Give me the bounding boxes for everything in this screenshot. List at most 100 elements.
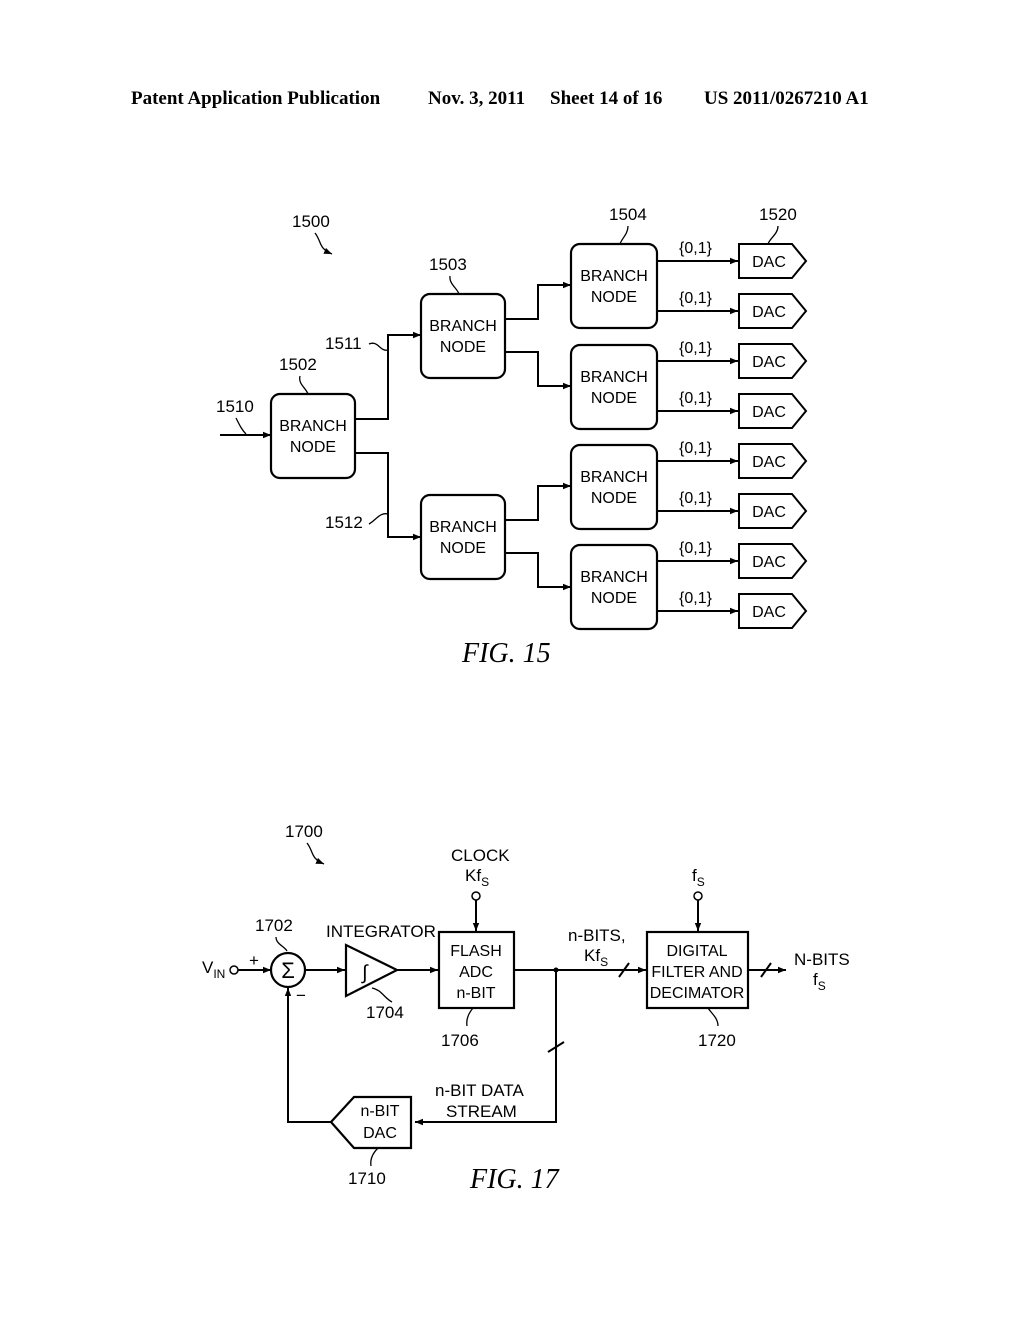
signal-label: {0,1}	[679, 440, 713, 457]
dac-output-row: {0,1} DAC	[657, 440, 808, 479]
ref-1710-leader	[370, 1147, 379, 1167]
svg-text:BRANCH: BRANCH	[429, 519, 497, 536]
dac-output-row: {0,1} DAC	[657, 590, 808, 629]
signal-label: {0,1}	[679, 290, 713, 307]
svg-text:BRANCH: BRANCH	[580, 469, 648, 486]
patent-drawing: 1500 1510 1502 BRANCH NODE 1511 1512 150…	[202, 205, 850, 1195]
ref-1511-leader	[368, 342, 389, 351]
svg-text:NODE: NODE	[440, 540, 486, 557]
ref-1706-leader	[466, 1007, 474, 1027]
dac-label: DAC	[752, 554, 786, 571]
svg-text:DIGITAL: DIGITAL	[666, 943, 727, 960]
ref-1503-leader	[449, 275, 460, 295]
ref-1510: 1510	[216, 397, 254, 416]
ref-1500-arrow	[314, 232, 333, 255]
svg-text:DECIMATOR: DECIMATOR	[650, 985, 745, 1002]
dac-label: DAC	[752, 354, 786, 371]
ref-1704: 1704	[366, 1003, 404, 1022]
path-1512	[355, 452, 421, 541]
branch-node-1504: BRANCH NODE	[569, 242, 659, 330]
summing-junction: Σ	[269, 951, 307, 989]
signal-label: {0,1}	[679, 590, 713, 607]
svg-text:BRANCH: BRANCH	[580, 268, 648, 285]
connector-b	[505, 351, 571, 390]
svg-text:FLASH: FLASH	[450, 943, 502, 960]
dac-output-row: {0,1} DAC	[657, 240, 808, 279]
svg-text:NODE: NODE	[290, 439, 336, 456]
ref-1702: 1702	[255, 916, 293, 935]
ref-1504-leader	[619, 225, 629, 245]
dac-output-row: {0,1} DAC	[657, 290, 808, 329]
dac-label: DAC	[752, 604, 786, 621]
dac-label: DAC	[752, 404, 786, 421]
dac-label: DAC	[752, 254, 786, 271]
svg-text:Σ: Σ	[281, 958, 295, 983]
connector-c	[505, 482, 571, 521]
dac-outputs: {0,1} DAC {0,1} DAC {0,1} DAC {0,1} DAC {0,1} DAC…	[657, 240, 808, 629]
ref-1503: 1503	[429, 255, 467, 274]
output-label: N-BITS	[794, 950, 850, 969]
branch-node-1502: BRANCH NODE	[269, 392, 357, 480]
svg-text:BRANCH: BRANCH	[580, 569, 648, 586]
figure-17: 1700 VIN + 1702 Σ − INTEGRATOR ∫ 1704 CL…	[202, 822, 850, 1195]
vin-terminal	[229, 965, 239, 975]
ref-1700-arrow	[306, 842, 325, 865]
signal-label: {0,1}	[679, 240, 713, 257]
ref-1700: 1700	[285, 822, 323, 841]
dac-label: DAC	[752, 454, 786, 471]
ref-1720-leader	[707, 1007, 719, 1027]
bus-rate-label: KfS	[584, 946, 608, 969]
minus-sign: −	[296, 986, 306, 1005]
svg-text:DAC: DAC	[363, 1125, 397, 1142]
ref-1500: 1500	[292, 212, 330, 231]
ref-1512: 1512	[325, 513, 363, 532]
svg-text:NODE: NODE	[591, 289, 637, 306]
svg-text:ADC: ADC	[459, 964, 493, 981]
connector-a	[505, 281, 571, 320]
fs-label: fS	[692, 866, 705, 889]
branch-node-l3-2: BRANCH NODE	[569, 343, 659, 431]
ref-1510-leader	[235, 417, 247, 435]
svg-text:NODE: NODE	[591, 590, 637, 607]
svg-text:NODE: NODE	[591, 490, 637, 507]
dac-label: DAC	[752, 504, 786, 521]
svg-text:n-BIT: n-BIT	[456, 985, 495, 1002]
branch-node-l3-3: BRANCH NODE	[569, 443, 659, 531]
ref-1710: 1710	[348, 1169, 386, 1188]
svg-text:BRANCH: BRANCH	[279, 418, 347, 435]
branch-node-lower-level2: BRANCH NODE	[419, 493, 507, 581]
ref-1706: 1706	[441, 1031, 479, 1050]
path-1511	[355, 331, 421, 420]
signal-label: {0,1}	[679, 490, 713, 507]
stream-label: n-BIT DATA	[435, 1081, 524, 1100]
svg-text:BRANCH: BRANCH	[580, 369, 648, 386]
dac-output-row: {0,1} DAC	[657, 490, 808, 529]
ref-1502: 1502	[279, 355, 317, 374]
plus-sign: +	[249, 951, 259, 970]
signal-label: {0,1}	[679, 390, 713, 407]
clock-terminal	[471, 891, 481, 901]
branch-node-1503: BRANCH NODE	[419, 292, 507, 380]
fs-terminal	[693, 891, 703, 901]
figure-15: 1500 1510 1502 BRANCH NODE 1511 1512 150…	[216, 205, 808, 669]
vin-label: VIN	[202, 958, 225, 981]
svg-text:n-BIT: n-BIT	[360, 1103, 399, 1120]
dac-label: DAC	[752, 304, 786, 321]
integrator: ∫	[344, 943, 400, 998]
figure-15-caption: FIG. 15	[461, 638, 551, 669]
feedback-to-summer	[284, 988, 331, 1123]
integrator-label: INTEGRATOR	[326, 922, 436, 941]
svg-text:FILTER AND: FILTER AND	[651, 964, 742, 981]
clock-rate-label: KfS	[465, 866, 489, 889]
ref-1704-leader	[371, 987, 393, 1003]
svg-text:BRANCH: BRANCH	[429, 318, 497, 335]
bus-label: n-BITS,	[568, 926, 626, 945]
dac-output-row: {0,1} DAC	[657, 390, 808, 429]
signal-label: {0,1}	[679, 540, 713, 557]
signal-label: {0,1}	[679, 340, 713, 357]
ref-1702-leader	[275, 936, 288, 952]
ref-1512-leader	[368, 513, 389, 525]
ref-1720: 1720	[698, 1031, 736, 1050]
ref-1502-leader	[299, 375, 309, 395]
flash-adc: FLASH ADC n-BIT	[437, 930, 516, 1010]
